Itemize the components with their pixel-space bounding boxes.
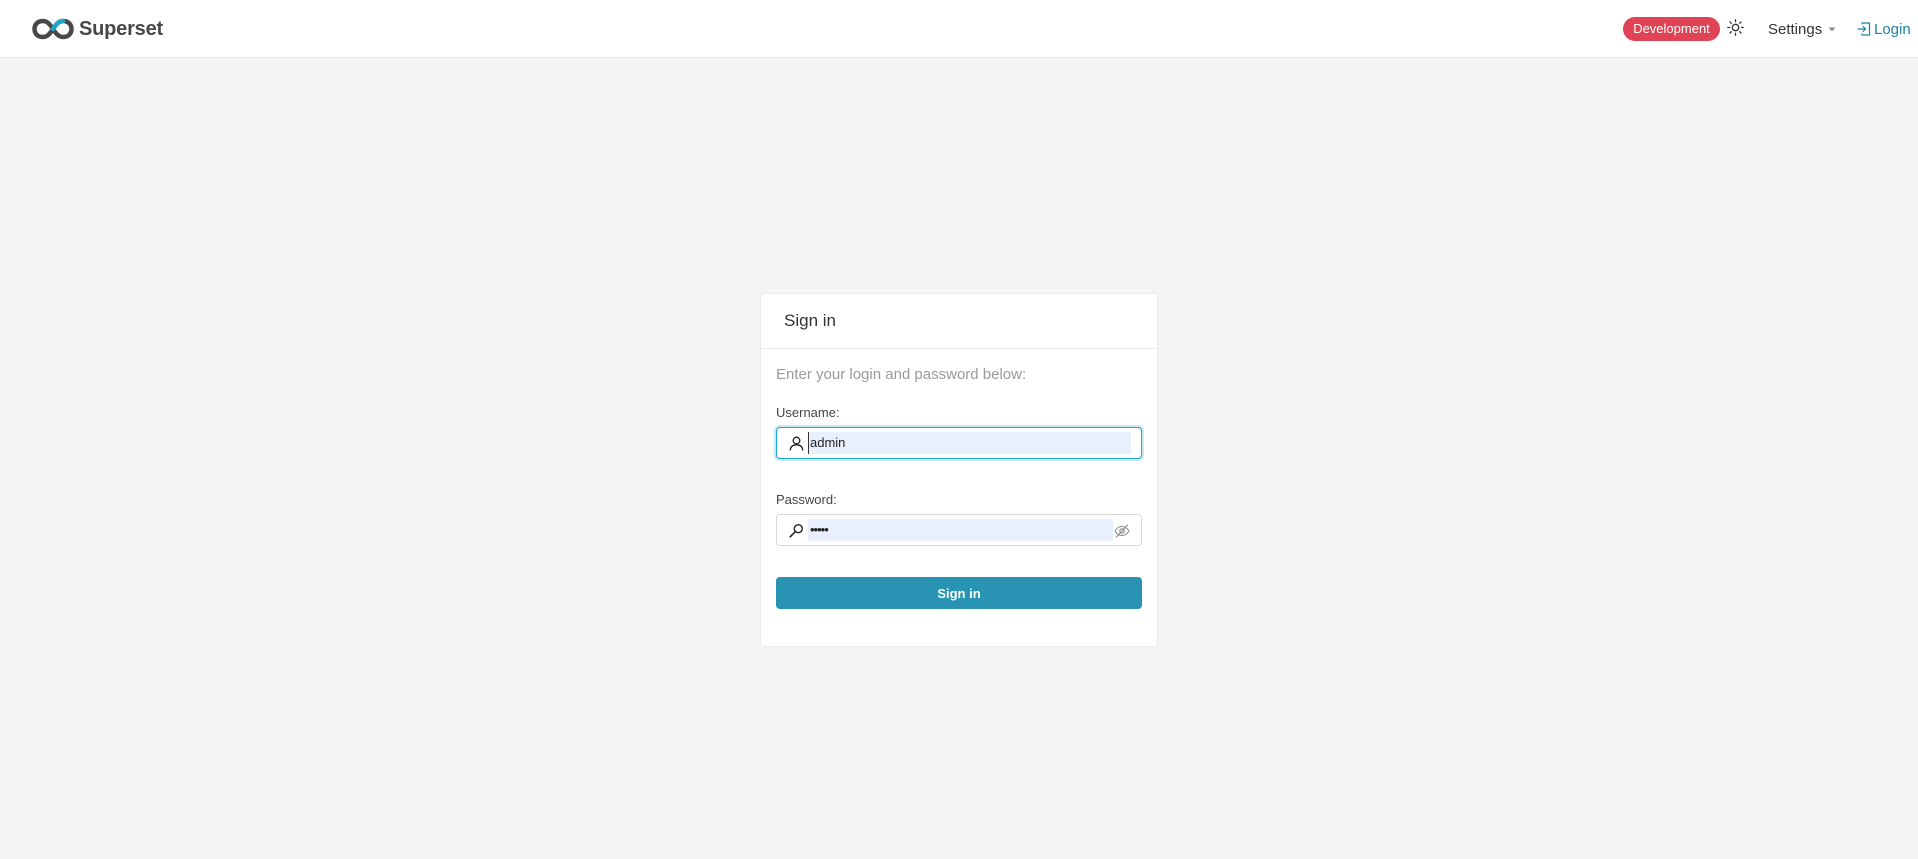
brand-link[interactable]: Superset <box>32 16 163 42</box>
username-label: Username: <box>776 405 840 420</box>
password-field[interactable]: ••••• <box>776 514 1142 546</box>
password-input-value[interactable]: ••••• <box>808 519 1113 541</box>
settings-menu[interactable]: Settings <box>1768 19 1836 39</box>
sign-in-button[interactable]: Sign in <box>776 577 1142 609</box>
login-icon <box>1857 22 1871 36</box>
login-card-header: Sign in <box>761 294 1157 349</box>
caret-down-icon <box>1828 27 1836 31</box>
superset-logo-icon <box>32 18 74 40</box>
login-card-title: Sign in <box>784 311 836 330</box>
brand-name: Superset <box>79 17 163 40</box>
login-link[interactable]: Login <box>1857 19 1911 39</box>
key-icon <box>789 523 804 538</box>
user-icon <box>789 436 804 451</box>
username-field[interactable]: admin <box>776 427 1142 459</box>
login-instructions: Enter your login and password below: <box>776 366 1027 383</box>
password-label: Password: <box>776 492 837 507</box>
login-label: Login <box>1874 20 1911 38</box>
environment-badge: Development <box>1623 17 1720 41</box>
login-card: Sign in Enter your login and password be… <box>760 293 1158 647</box>
username-input-value[interactable]: admin <box>808 432 1131 454</box>
sun-icon[interactable] <box>1727 19 1744 36</box>
settings-label: Settings <box>1768 20 1823 38</box>
eye-invisible-icon[interactable] <box>1114 523 1130 539</box>
top-navbar: Superset Development Settings Login <box>0 0 1918 58</box>
